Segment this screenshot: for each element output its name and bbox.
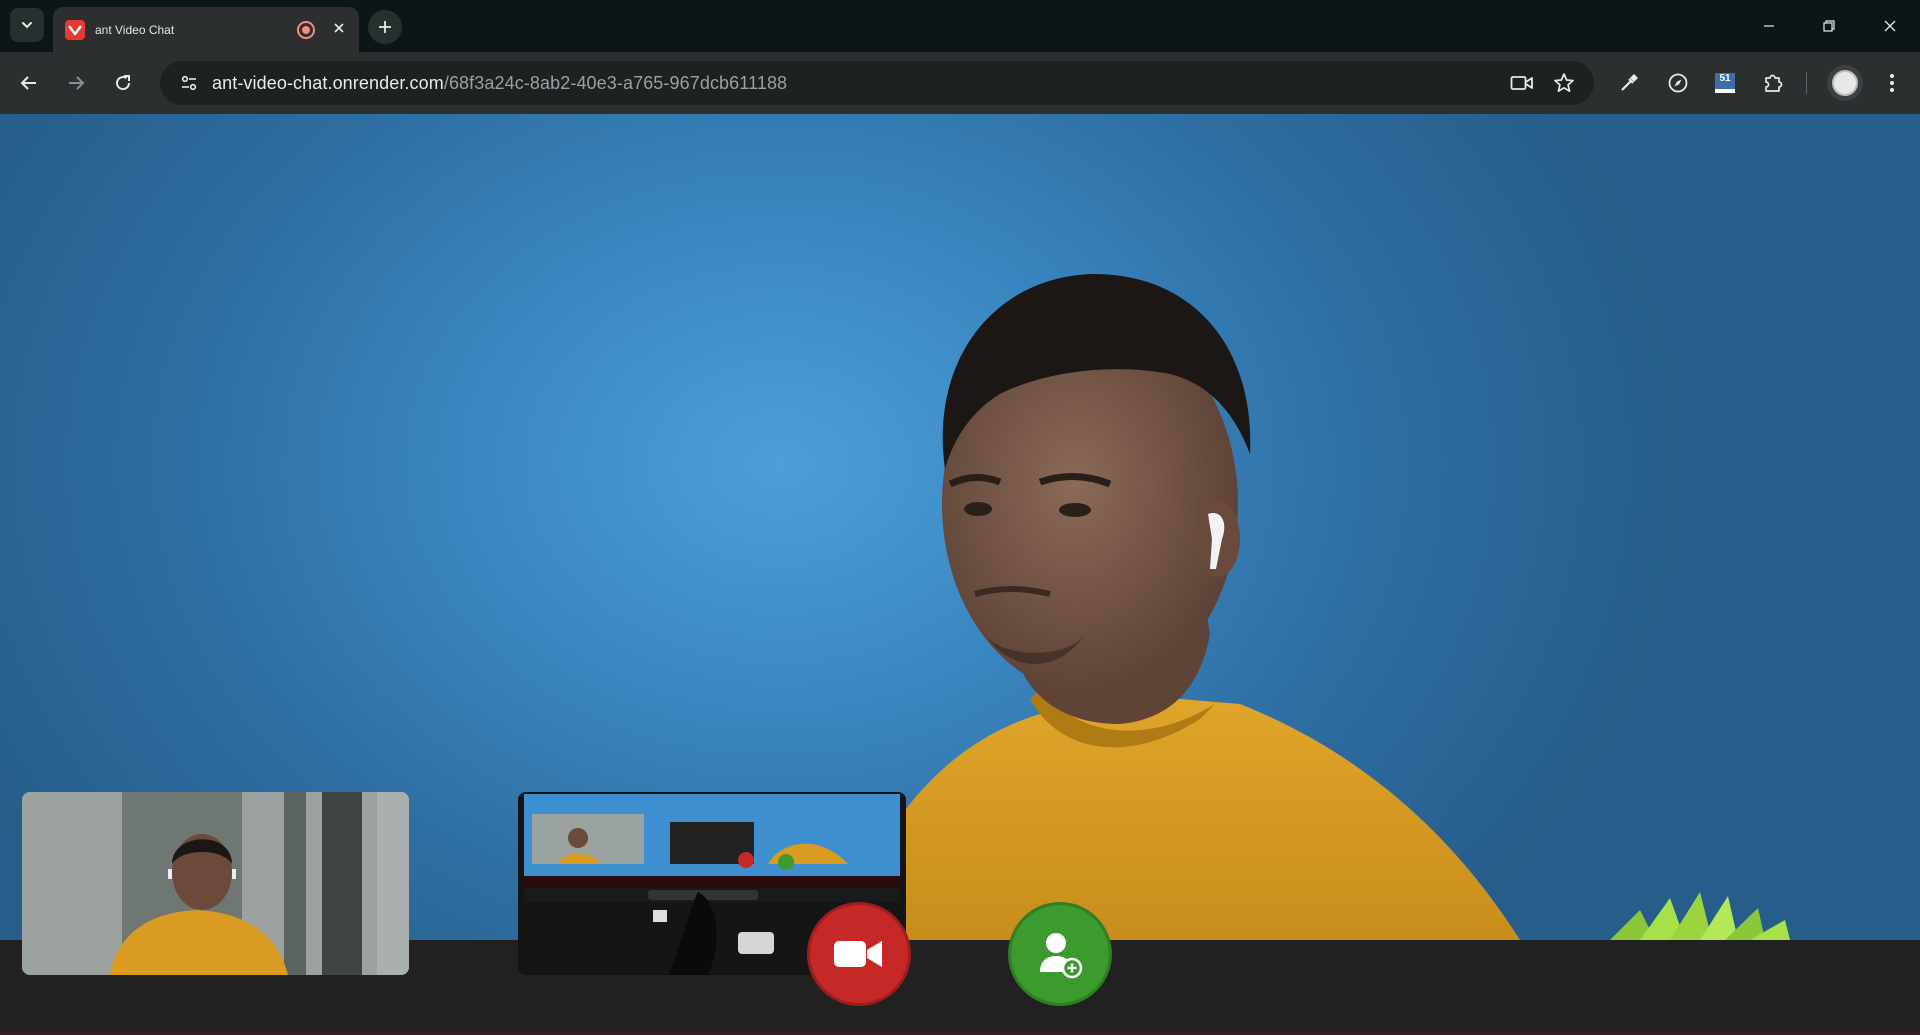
window-close-button[interactable] — [1878, 14, 1902, 38]
tab-search-button[interactable] — [10, 8, 44, 42]
ext-badge: 51 — [1715, 73, 1735, 93]
tab-title: ant Video Chat — [95, 22, 175, 37]
add-user-icon — [1040, 933, 1083, 979]
back-button[interactable] — [13, 67, 45, 99]
tune-icon — [181, 75, 197, 91]
minimize-icon — [1764, 25, 1774, 27]
avatar-icon — [1832, 70, 1858, 96]
browser-tab-bar: ant Video Chat — [0, 0, 1920, 52]
calendar-extension[interactable]: 51 — [1709, 67, 1741, 99]
plus-icon — [379, 21, 391, 33]
close-icon[interactable] — [329, 21, 349, 39]
compass-extension[interactable] — [1662, 67, 1694, 99]
browser-toolbar: ant-video-chat.onrender.com/68f3a24c-8ab… — [0, 52, 1920, 114]
new-tab-button[interactable] — [368, 10, 402, 44]
camera-in-use-button[interactable] — [1505, 66, 1539, 100]
arrow-left-icon — [20, 76, 36, 90]
extensions-button[interactable] — [1757, 67, 1789, 99]
more-vertical-icon — [1890, 74, 1894, 92]
star-icon — [1554, 73, 1574, 93]
close-icon — [1884, 20, 1896, 32]
video-camera-icon — [834, 941, 882, 967]
puzzle-icon — [1765, 74, 1783, 92]
address-bar[interactable]: ant-video-chat.onrender.com/68f3a24c-8ab… — [160, 61, 1594, 105]
forward-button[interactable] — [60, 67, 92, 99]
local-video-preview[interactable] — [22, 792, 409, 975]
reload-button[interactable] — [107, 67, 139, 99]
bookmark-button[interactable] — [1547, 66, 1581, 100]
local-participant-image — [22, 792, 409, 975]
url-text: ant-video-chat.onrender.com/68f3a24c-8ab… — [212, 73, 787, 94]
url-path: /68f3a24c-8ab2-40e3-a765-967dcb611188 — [443, 72, 788, 93]
toolbar-divider — [1806, 72, 1807, 94]
toggle-video-button[interactable] — [807, 902, 911, 1006]
restore-button[interactable] — [1817, 14, 1841, 38]
chevron-down-icon — [22, 22, 32, 29]
add-user-button[interactable] — [1008, 902, 1112, 1006]
url-domain: ant-video-chat.onrender.com — [212, 72, 444, 93]
eyedropper-icon — [1621, 74, 1638, 91]
active-tab[interactable]: ant Video Chat — [53, 7, 359, 52]
compass-icon — [1668, 73, 1688, 93]
arrow-right-icon — [69, 76, 85, 90]
browser-menu-button[interactable] — [1876, 67, 1908, 99]
profile-avatar[interactable] — [1827, 65, 1863, 101]
eyedropper-extension[interactable] — [1613, 67, 1645, 99]
reload-icon — [116, 75, 131, 91]
recording-icon — [297, 20, 315, 39]
site-info-button[interactable] — [172, 66, 206, 100]
minimize-button[interactable] — [1757, 14, 1781, 38]
video-camera-icon — [1510, 76, 1533, 90]
app-logo-icon — [65, 19, 85, 40]
restore-icon — [1823, 20, 1835, 32]
